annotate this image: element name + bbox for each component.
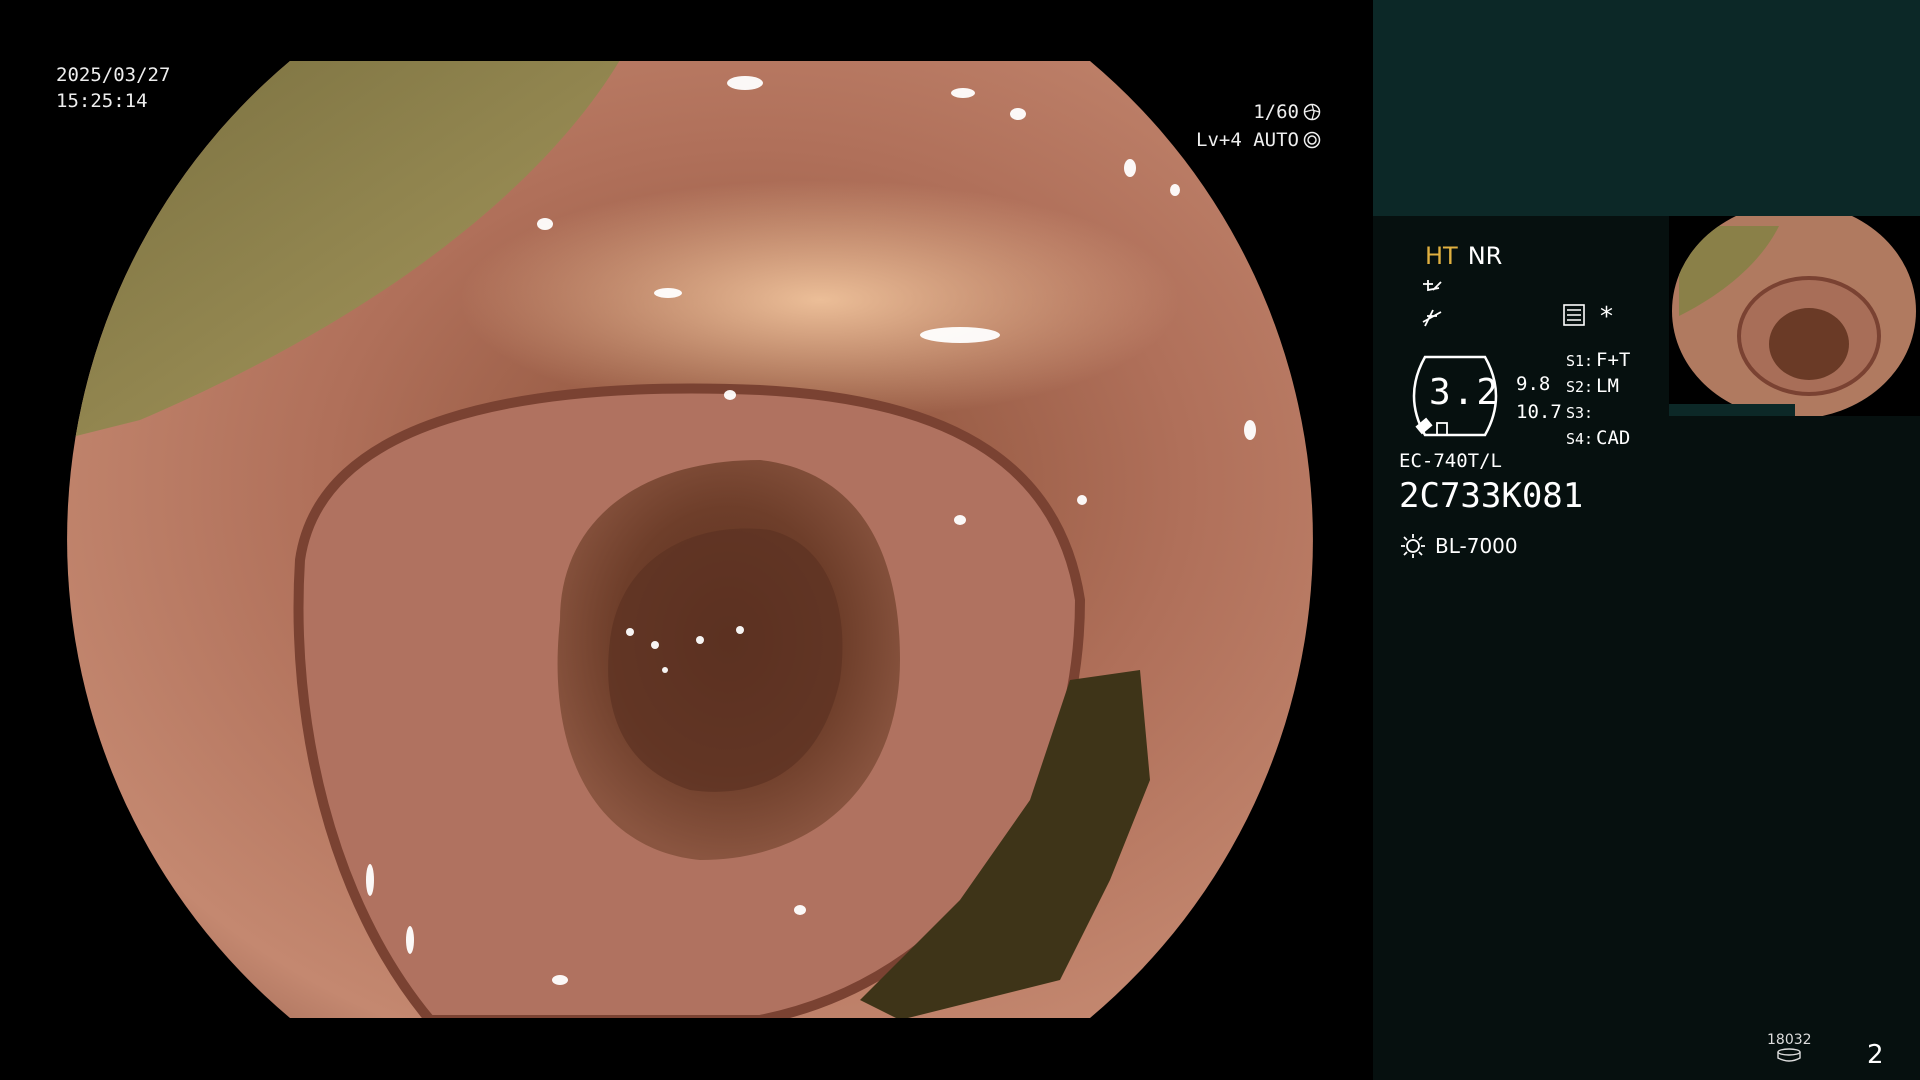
switch-key: S2: <box>1566 378 1594 396</box>
storage-count: 18032 <box>1767 1032 1812 1048</box>
measurement-values: 9.8 10.7 <box>1516 370 1562 426</box>
iris-icon <box>1303 131 1321 149</box>
exposure-info: 1/60 Lv+4 AUTO <box>1196 98 1321 154</box>
light-source: BL-7000 <box>1399 532 1518 560</box>
switch-value: LM <box>1596 375 1619 397</box>
nr-mode: NR <box>1467 242 1503 270</box>
switch-row: S2: LM <box>1566 374 1630 400</box>
ht-mode: HT <box>1425 242 1458 270</box>
info-panel: HT NR * 3.2 9.8 10.7 S1: F+T S2: LM S3: S4:… <box>1373 0 1920 1080</box>
switch-row: S4: CAD <box>1566 426 1630 452</box>
measurement-b: 10.7 <box>1516 401 1562 423</box>
scope-serial: 2C733K081 <box>1399 476 1584 516</box>
switch-value: F+T <box>1596 349 1631 371</box>
scope-model: EC-740T/L <box>1399 450 1502 472</box>
switch-key: S4: <box>1566 430 1594 448</box>
measurement-a: 9.8 <box>1516 373 1551 395</box>
asterisk-icon: * <box>1600 302 1613 332</box>
disk-icon <box>1777 1048 1801 1062</box>
endoscope-view: 2025/03/27 15:25:14 1/60 Lv+4 AUTO <box>0 0 1373 1080</box>
thumbnail-preview[interactable] <box>1669 216 1920 416</box>
storage-counter: 18032 <box>1767 1032 1812 1066</box>
page-number: 2 <box>1867 1040 1884 1070</box>
enhance-icon <box>1423 280 1442 292</box>
panel-header-area <box>1373 0 1920 216</box>
switch-row: S3: <box>1566 400 1630 426</box>
time-text: 15:25:14 <box>56 90 148 112</box>
level-setting: Lv+4 AUTO <box>1196 129 1299 151</box>
thumbnail-bar <box>1669 404 1795 416</box>
sun-icon <box>1401 534 1425 558</box>
switch-value: CAD <box>1596 427 1631 449</box>
aperture-icon <box>1303 103 1321 121</box>
endoscope-image <box>67 61 1313 1018</box>
switch-row: S1: F+T <box>1566 348 1630 374</box>
switch-key: S1: <box>1566 352 1594 370</box>
structure-icon <box>1422 309 1442 327</box>
light-source-model: BL-7000 <box>1435 534 1518 558</box>
record-icon <box>1563 304 1585 326</box>
shutter-speed: 1/60 <box>1253 101 1299 123</box>
switch-key: S3: <box>1566 404 1594 422</box>
switch-assignments: S1: F+T S2: LM S3: S4: CAD <box>1566 348 1630 452</box>
image-mode: HT NR <box>1425 242 1502 270</box>
date-text: 2025/03/27 <box>56 64 171 86</box>
ring-value: 3.2 <box>1429 372 1501 413</box>
thumbnail-image <box>1672 216 1916 416</box>
timestamp: 2025/03/27 15:25:14 <box>56 62 170 114</box>
